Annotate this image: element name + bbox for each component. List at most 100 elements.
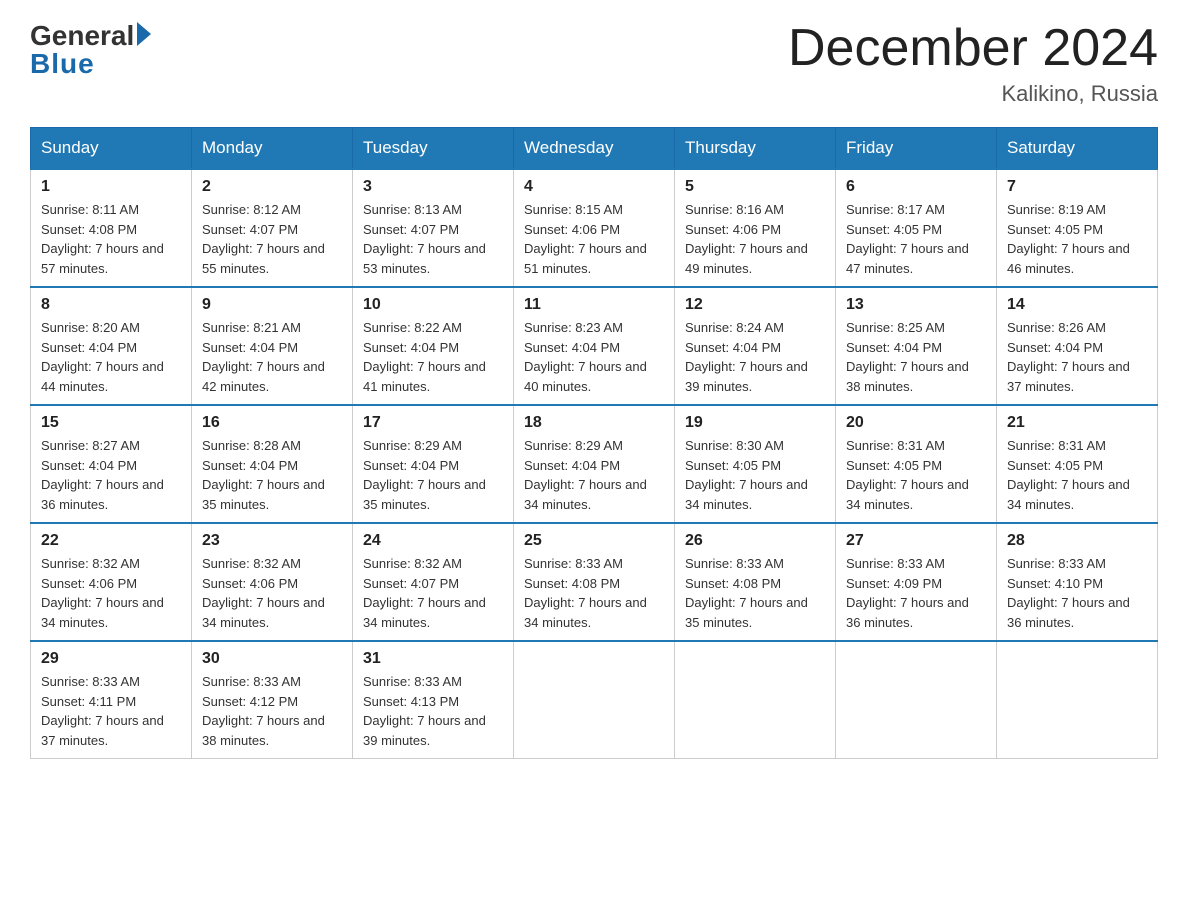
day-info: Sunrise: 8:21 AMSunset: 4:04 PMDaylight:… — [202, 318, 342, 396]
title-block: December 2024 Kalikino, Russia — [788, 20, 1158, 107]
calendar-row: 8 Sunrise: 8:20 AMSunset: 4:04 PMDayligh… — [31, 287, 1158, 405]
header-tuesday: Tuesday — [353, 128, 514, 170]
day-number: 27 — [846, 532, 986, 550]
day-number: 7 — [1007, 178, 1147, 196]
day-number: 20 — [846, 414, 986, 432]
day-info: Sunrise: 8:33 AMSunset: 4:09 PMDaylight:… — [846, 554, 986, 632]
calendar-cell: 15 Sunrise: 8:27 AMSunset: 4:04 PMDaylig… — [31, 405, 192, 523]
day-info: Sunrise: 8:20 AMSunset: 4:04 PMDaylight:… — [41, 318, 181, 396]
day-number: 28 — [1007, 532, 1147, 550]
day-number: 17 — [363, 414, 503, 432]
day-info: Sunrise: 8:27 AMSunset: 4:04 PMDaylight:… — [41, 436, 181, 514]
day-info: Sunrise: 8:24 AMSunset: 4:04 PMDaylight:… — [685, 318, 825, 396]
day-info: Sunrise: 8:26 AMSunset: 4:04 PMDaylight:… — [1007, 318, 1147, 396]
calendar-row: 22 Sunrise: 8:32 AMSunset: 4:06 PMDaylig… — [31, 523, 1158, 641]
calendar-subtitle: Kalikino, Russia — [788, 81, 1158, 107]
calendar-cell: 18 Sunrise: 8:29 AMSunset: 4:04 PMDaylig… — [514, 405, 675, 523]
calendar-cell: 2 Sunrise: 8:12 AMSunset: 4:07 PMDayligh… — [192, 169, 353, 287]
calendar-header-row: Sunday Monday Tuesday Wednesday Thursday… — [31, 128, 1158, 170]
calendar-cell: 23 Sunrise: 8:32 AMSunset: 4:06 PMDaylig… — [192, 523, 353, 641]
calendar-cell: 9 Sunrise: 8:21 AMSunset: 4:04 PMDayligh… — [192, 287, 353, 405]
day-number: 8 — [41, 296, 181, 314]
logo-triangle-icon — [137, 22, 151, 46]
day-number: 30 — [202, 650, 342, 668]
header-thursday: Thursday — [675, 128, 836, 170]
day-info: Sunrise: 8:33 AMSunset: 4:08 PMDaylight:… — [524, 554, 664, 632]
day-number: 3 — [363, 178, 503, 196]
calendar-cell — [997, 641, 1158, 759]
calendar-cell: 7 Sunrise: 8:19 AMSunset: 4:05 PMDayligh… — [997, 169, 1158, 287]
calendar-table: Sunday Monday Tuesday Wednesday Thursday… — [30, 127, 1158, 759]
calendar-cell: 22 Sunrise: 8:32 AMSunset: 4:06 PMDaylig… — [31, 523, 192, 641]
logo-blue-text: Blue — [30, 48, 95, 80]
calendar-cell: 29 Sunrise: 8:33 AMSunset: 4:11 PMDaylig… — [31, 641, 192, 759]
day-info: Sunrise: 8:16 AMSunset: 4:06 PMDaylight:… — [685, 200, 825, 278]
header-sunday: Sunday — [31, 128, 192, 170]
calendar-cell: 19 Sunrise: 8:30 AMSunset: 4:05 PMDaylig… — [675, 405, 836, 523]
calendar-cell — [675, 641, 836, 759]
day-number: 10 — [363, 296, 503, 314]
day-number: 2 — [202, 178, 342, 196]
header-monday: Monday — [192, 128, 353, 170]
day-info: Sunrise: 8:29 AMSunset: 4:04 PMDaylight:… — [363, 436, 503, 514]
day-number: 22 — [41, 532, 181, 550]
calendar-cell: 8 Sunrise: 8:20 AMSunset: 4:04 PMDayligh… — [31, 287, 192, 405]
calendar-cell — [836, 641, 997, 759]
day-info: Sunrise: 8:32 AMSunset: 4:07 PMDaylight:… — [363, 554, 503, 632]
day-info: Sunrise: 8:33 AMSunset: 4:08 PMDaylight:… — [685, 554, 825, 632]
day-info: Sunrise: 8:33 AMSunset: 4:13 PMDaylight:… — [363, 672, 503, 750]
calendar-cell: 12 Sunrise: 8:24 AMSunset: 4:04 PMDaylig… — [675, 287, 836, 405]
calendar-cell: 31 Sunrise: 8:33 AMSunset: 4:13 PMDaylig… — [353, 641, 514, 759]
day-info: Sunrise: 8:12 AMSunset: 4:07 PMDaylight:… — [202, 200, 342, 278]
calendar-row: 1 Sunrise: 8:11 AMSunset: 4:08 PMDayligh… — [31, 169, 1158, 287]
calendar-cell: 27 Sunrise: 8:33 AMSunset: 4:09 PMDaylig… — [836, 523, 997, 641]
header-friday: Friday — [836, 128, 997, 170]
day-number: 26 — [685, 532, 825, 550]
day-info: Sunrise: 8:28 AMSunset: 4:04 PMDaylight:… — [202, 436, 342, 514]
day-info: Sunrise: 8:17 AMSunset: 4:05 PMDaylight:… — [846, 200, 986, 278]
day-number: 18 — [524, 414, 664, 432]
calendar-cell: 26 Sunrise: 8:33 AMSunset: 4:08 PMDaylig… — [675, 523, 836, 641]
header-wednesday: Wednesday — [514, 128, 675, 170]
day-number: 11 — [524, 296, 664, 314]
calendar-cell: 4 Sunrise: 8:15 AMSunset: 4:06 PMDayligh… — [514, 169, 675, 287]
day-number: 1 — [41, 178, 181, 196]
calendar-cell: 20 Sunrise: 8:31 AMSunset: 4:05 PMDaylig… — [836, 405, 997, 523]
calendar-cell: 10 Sunrise: 8:22 AMSunset: 4:04 PMDaylig… — [353, 287, 514, 405]
day-number: 9 — [202, 296, 342, 314]
calendar-row: 15 Sunrise: 8:27 AMSunset: 4:04 PMDaylig… — [31, 405, 1158, 523]
day-number: 4 — [524, 178, 664, 196]
day-info: Sunrise: 8:33 AMSunset: 4:10 PMDaylight:… — [1007, 554, 1147, 632]
day-number: 29 — [41, 650, 181, 668]
day-number: 21 — [1007, 414, 1147, 432]
day-info: Sunrise: 8:15 AMSunset: 4:06 PMDaylight:… — [524, 200, 664, 278]
day-info: Sunrise: 8:33 AMSunset: 4:11 PMDaylight:… — [41, 672, 181, 750]
calendar-cell: 24 Sunrise: 8:32 AMSunset: 4:07 PMDaylig… — [353, 523, 514, 641]
day-info: Sunrise: 8:23 AMSunset: 4:04 PMDaylight:… — [524, 318, 664, 396]
day-number: 25 — [524, 532, 664, 550]
day-number: 15 — [41, 414, 181, 432]
day-info: Sunrise: 8:30 AMSunset: 4:05 PMDaylight:… — [685, 436, 825, 514]
day-info: Sunrise: 8:29 AMSunset: 4:04 PMDaylight:… — [524, 436, 664, 514]
calendar-cell: 17 Sunrise: 8:29 AMSunset: 4:04 PMDaylig… — [353, 405, 514, 523]
day-number: 13 — [846, 296, 986, 314]
calendar-cell: 13 Sunrise: 8:25 AMSunset: 4:04 PMDaylig… — [836, 287, 997, 405]
calendar-cell — [514, 641, 675, 759]
day-number: 6 — [846, 178, 986, 196]
day-info: Sunrise: 8:33 AMSunset: 4:12 PMDaylight:… — [202, 672, 342, 750]
day-info: Sunrise: 8:13 AMSunset: 4:07 PMDaylight:… — [363, 200, 503, 278]
calendar-title: December 2024 — [788, 20, 1158, 77]
calendar-cell: 16 Sunrise: 8:28 AMSunset: 4:04 PMDaylig… — [192, 405, 353, 523]
calendar-cell: 1 Sunrise: 8:11 AMSunset: 4:08 PMDayligh… — [31, 169, 192, 287]
day-info: Sunrise: 8:31 AMSunset: 4:05 PMDaylight:… — [846, 436, 986, 514]
day-number: 14 — [1007, 296, 1147, 314]
day-info: Sunrise: 8:22 AMSunset: 4:04 PMDaylight:… — [363, 318, 503, 396]
calendar-cell: 28 Sunrise: 8:33 AMSunset: 4:10 PMDaylig… — [997, 523, 1158, 641]
day-info: Sunrise: 8:11 AMSunset: 4:08 PMDaylight:… — [41, 200, 181, 278]
day-number: 12 — [685, 296, 825, 314]
calendar-row: 29 Sunrise: 8:33 AMSunset: 4:11 PMDaylig… — [31, 641, 1158, 759]
calendar-cell: 6 Sunrise: 8:17 AMSunset: 4:05 PMDayligh… — [836, 169, 997, 287]
page-header: General Blue December 2024 Kalikino, Rus… — [30, 20, 1158, 107]
day-number: 23 — [202, 532, 342, 550]
header-saturday: Saturday — [997, 128, 1158, 170]
